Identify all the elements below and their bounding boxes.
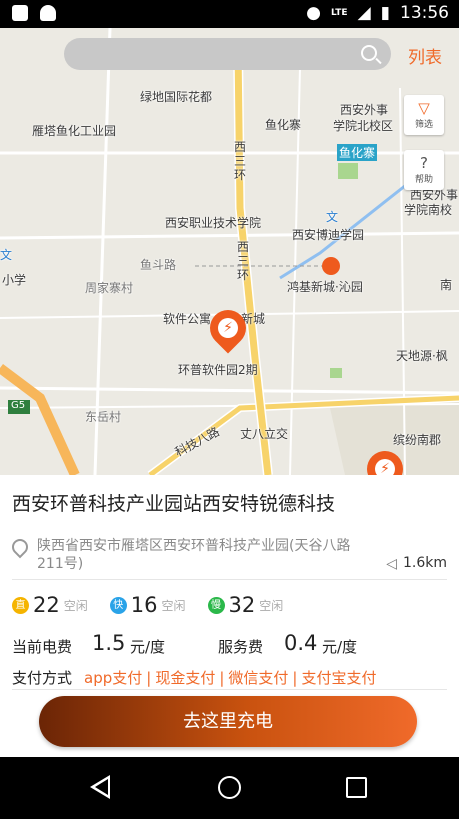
service-fee-label: 服务费	[218, 638, 264, 656]
dc-charger-count: 直 22 空闲	[12, 593, 88, 617]
slow-count-label: 空闲	[259, 598, 284, 613]
map-label: 环普软件园2期	[178, 363, 258, 377]
current-location-dot	[322, 257, 340, 275]
signal-icon: ◢	[357, 3, 371, 23]
current-fee-value: 1.5	[92, 631, 126, 655]
map-label: 软件公寓	[163, 312, 212, 326]
map-label: 西安外事	[340, 103, 389, 117]
slow-badge-icon: 慢	[207, 596, 225, 614]
lightning-icon: ⚡	[375, 459, 395, 475]
system-nav-bar	[0, 757, 459, 819]
map-label: 天地源·枫	[396, 349, 448, 363]
highway-shield: G5	[11, 400, 26, 411]
map-label: 鸿基新城·沁园	[287, 280, 363, 294]
station-address: 陕西省西安市雁塔区西安环普科技产业园(天谷八路211号)	[37, 538, 351, 572]
fast-count-label: 空闲	[161, 598, 186, 613]
payment-row: 支付方式 app支付 | 现金支付 | 微信支付 | 支付宝支付	[12, 667, 377, 688]
payment-method-alipay: 支付宝支付	[301, 669, 377, 687]
map-label: 鱼化寨	[265, 118, 302, 132]
map-label: 西三环	[237, 240, 250, 282]
map-label: 绿地国际花都	[140, 90, 213, 104]
map-label: 小学	[2, 273, 27, 287]
fast-charger-count: 快 16 空闲	[109, 593, 186, 617]
station-name: 西安环普科技产业园站西安特锐德科技	[12, 493, 336, 515]
service-fee-unit: 元/度	[322, 638, 358, 656]
list-button[interactable]: 列表	[408, 43, 442, 68]
charge-here-button[interactable]: 去这里充电	[39, 696, 417, 747]
status-bar: ● LTE ◢ ▮ 13:56	[0, 0, 459, 28]
dc-badge-icon: 直	[12, 596, 29, 614]
payment-method-cash: 现金支付	[155, 669, 216, 687]
clock: 13:56	[400, 3, 449, 23]
divider	[12, 689, 447, 690]
help-label: 帮助	[414, 175, 433, 185]
map-label: 西三环	[234, 140, 247, 182]
map-label: 鱼化寨	[337, 144, 378, 161]
map-label: 东岳村	[85, 410, 122, 424]
service-fee-value: 0.4	[284, 631, 318, 655]
home-icon[interactable]	[218, 776, 241, 799]
search-bar[interactable]	[64, 38, 391, 70]
slow-charger-count: 慢 32 空闲	[207, 593, 284, 617]
school-poi: 文	[0, 248, 13, 262]
battery-icon: ▮	[380, 3, 390, 23]
payment-label: 支付方式	[12, 669, 73, 687]
filter-icon: ▽	[418, 99, 430, 117]
fast-count-value: 16	[130, 593, 158, 617]
map-label: 鱼斗路	[140, 258, 177, 272]
map-label: 南	[440, 278, 453, 292]
payment-separator: |	[219, 669, 225, 687]
map-label: 雁塔鱼化工业园	[32, 124, 117, 138]
map-label: 周家寨村	[85, 281, 134, 295]
current-fee-unit: 元/度	[130, 638, 166, 656]
map-label: 西安博迪学园	[292, 228, 365, 242]
back-icon[interactable]	[90, 775, 110, 799]
map-label: 缤纷南郡	[393, 433, 442, 447]
map-label: 学院北校区	[333, 119, 394, 133]
station-distance: 1.6km	[402, 555, 447, 571]
map-view[interactable]: 绿地国际花都 西安外事 学院北校区 雁塔鱼化工业园 鱼化寨 鱼化寨 西安外事 学…	[0, 28, 459, 475]
recent-apps-icon[interactable]	[346, 777, 367, 798]
search-icon[interactable]	[361, 45, 377, 61]
fast-badge-icon: 快	[109, 596, 127, 614]
slow-count-value: 32	[228, 593, 256, 617]
lightning-icon: ⚡	[218, 318, 238, 338]
android-icon	[40, 5, 56, 21]
dc-count-label: 空闲	[63, 598, 88, 613]
payment-method-app: app支付	[84, 669, 143, 687]
navigate-icon[interactable]: ◁	[386, 556, 397, 572]
help-button[interactable]: ? 帮助	[404, 150, 444, 190]
station-detail-panel: 西安环普科技产业园站西安特锐德科技 陕西省西安市雁塔区西安环普科技产业园(天谷八…	[0, 475, 459, 757]
location-icon: ●	[306, 3, 322, 23]
charger-counts: 直 22 空闲 快 16 空闲 慢 32 空闲	[12, 593, 283, 617]
payment-separator: |	[292, 669, 298, 687]
location-pin-icon	[8, 535, 32, 559]
map-label: 西安职业技术学院	[165, 216, 262, 230]
filter-label: 筛选	[414, 120, 433, 130]
fee-row: 当前电费 1.5 元/度 服务费 0.4 元/度	[12, 631, 447, 659]
station-address-row: 陕西省西安市雁塔区西安环普科技产业园(天谷八路211号) ◁ 1.6km	[8, 535, 447, 577]
school-poi: 文	[326, 210, 339, 224]
payment-method-wechat: 微信支付	[228, 669, 289, 687]
map-roads	[0, 28, 459, 475]
map-label: 学院南校	[404, 203, 453, 217]
payment-separator: |	[146, 669, 152, 687]
filter-button[interactable]: ▽ 筛选	[404, 95, 444, 135]
network-type: LTE	[331, 8, 348, 18]
help-icon: ?	[420, 154, 428, 172]
current-fee-label: 当前电费	[12, 638, 73, 656]
map-label: 丈八立交	[240, 427, 289, 441]
dc-count-value: 22	[33, 593, 60, 617]
divider	[12, 579, 447, 580]
sd-card-icon	[12, 5, 28, 21]
